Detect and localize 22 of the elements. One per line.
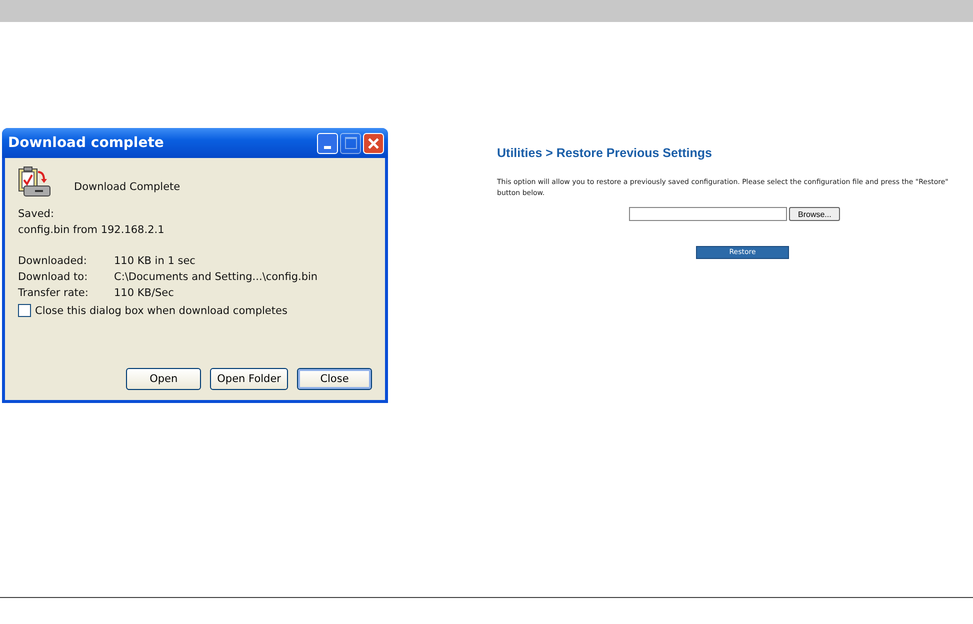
dialog-button[interactable]: Close [297, 368, 372, 390]
detail-label: Download to: [18, 270, 89, 285]
saved-file: config.bin from 192.168.2.1 [18, 223, 166, 238]
clipboard-drive-icon [18, 166, 52, 198]
maximize-button[interactable] [340, 132, 361, 154]
detail-value: 110 KB in 1 sec [114, 254, 196, 269]
checkbox[interactable] [18, 304, 31, 317]
browse-button[interactable]: Browse... [789, 207, 840, 221]
saved-label: Saved: [18, 207, 55, 222]
dialog-button[interactable]: Open [126, 368, 202, 390]
detail-value: 110 KB/Sec [114, 286, 174, 301]
checkbox-label: Close this dialog box when download completes [35, 304, 288, 316]
minimize-button[interactable] [317, 132, 338, 154]
dialog-heading: Download Complete [74, 181, 180, 193]
file-path-field[interactable] [629, 207, 787, 221]
window-title: Download complete [8, 135, 164, 151]
page-title: Utilities > Restore Previous Settings [497, 146, 713, 160]
dialog-button[interactable]: Open Folder [210, 368, 288, 390]
detail-label: Downloaded: [18, 254, 88, 269]
detail-label: Transfer rate: [18, 286, 90, 301]
detail-value: C:\Documents and Setting...\config.bin [114, 270, 318, 285]
close-button[interactable] [363, 132, 384, 154]
